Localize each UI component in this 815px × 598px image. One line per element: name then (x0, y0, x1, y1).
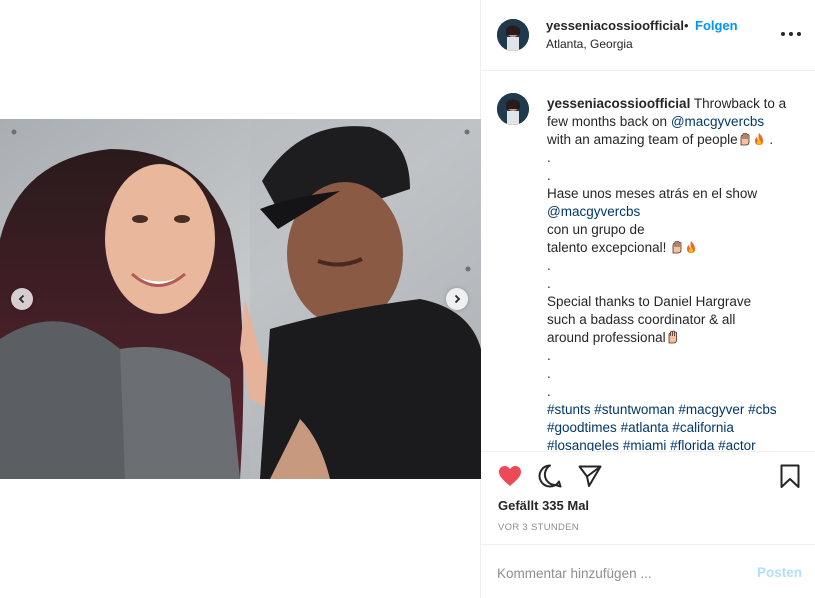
hashtag-link[interactable]: #california (672, 420, 734, 435)
caption-text: con un grupo de (547, 222, 645, 237)
caption-text: few months back on (547, 114, 668, 129)
avatar[interactable] (497, 19, 529, 51)
caption-username[interactable]: yesseniacossioofficial (547, 96, 690, 111)
caption-text: such a badass coordinator & all (547, 312, 736, 327)
hashtag-link[interactable]: #stunts (547, 402, 591, 417)
header-separator: • (684, 18, 689, 33)
post-photo[interactable] (0, 119, 481, 479)
mention-link[interactable]: @macgyvercbs (671, 114, 764, 129)
caption-text: . (769, 132, 774, 147)
add-comment-section: Posten (481, 544, 815, 598)
dot (797, 32, 801, 36)
hashtag-link[interactable]: #florida (670, 438, 714, 451)
more-dots-icon[interactable] (781, 26, 801, 42)
comment-input[interactable] (497, 563, 737, 583)
caption-text: . (547, 384, 551, 399)
like-count[interactable]: Gefällt 335 Mal (498, 498, 589, 513)
heart-filled-icon[interactable] (497, 463, 523, 489)
hashtag-link[interactable]: #goodtimes (547, 420, 617, 435)
chevron-right-icon (454, 294, 461, 304)
avatar[interactable] (497, 93, 529, 125)
caption-text: . (547, 348, 551, 363)
post-actions: Gefällt 335 Mal VOR 3 STUNDEN (481, 451, 815, 544)
bookmark-icon[interactable] (777, 463, 803, 489)
hashtag-link[interactable]: #losangeles (547, 438, 619, 451)
post-comment-button[interactable]: Posten (757, 565, 802, 580)
dot (781, 32, 785, 36)
follow-button[interactable]: Folgen (695, 18, 738, 33)
post-caption: yesseniacossioofficial Throwback to a fe… (547, 95, 791, 451)
fire-emoji-icon (687, 241, 696, 253)
caption-text: talento excepcional! (547, 240, 667, 255)
caption-text: . (547, 168, 551, 183)
hashtag-link[interactable]: #macgyver (678, 402, 744, 417)
comments-area: yesseniacossioofficial Throwback to a fe… (481, 71, 815, 451)
caption-text: with an amazing team of people (547, 132, 738, 147)
caption-text: . (547, 276, 551, 291)
comment-bubble-icon[interactable] (537, 463, 563, 489)
fire-emoji-icon (754, 133, 763, 145)
post-header: yesseniacossioofficial • Folgen Atlanta,… (481, 0, 815, 71)
raised-hand-emoji-icon (668, 330, 677, 344)
caption-text: . (547, 258, 551, 273)
mention-link[interactable]: @macgyvercbs (547, 203, 791, 221)
hashtag-link[interactable]: #stuntwoman (594, 402, 674, 417)
hashtag-link[interactable]: #miami (623, 438, 667, 451)
media-area (0, 0, 481, 598)
hashtag-link[interactable]: #atlanta (621, 420, 669, 435)
hashtag-link[interactable]: #cbs (748, 402, 777, 417)
paper-plane-icon[interactable] (577, 463, 603, 489)
chevron-left-icon (18, 294, 25, 304)
caption-text: Hase unos meses atrás en el show (547, 186, 758, 201)
previous-photo-button[interactable] (11, 288, 33, 310)
header-username[interactable]: yesseniacossioofficial (546, 18, 684, 33)
dot (789, 32, 793, 36)
hand-emoji-icon (672, 241, 682, 254)
caption-text: around professional (547, 330, 666, 345)
caption-text: . (547, 366, 551, 381)
next-photo-button[interactable] (446, 288, 468, 310)
caption-text: . (547, 150, 551, 165)
hand-emoji-icon (740, 133, 750, 146)
hashtag-link[interactable]: #actor (718, 438, 756, 451)
location-link[interactable]: Atlanta, Georgia (546, 37, 633, 51)
caption-text: Special thanks to Daniel Hargrave (547, 294, 752, 309)
post-side-panel: yesseniacossioofficial • Folgen Atlanta,… (481, 0, 815, 598)
post-timestamp[interactable]: VOR 3 STUNDEN (498, 522, 579, 533)
caption-text: Throwback to a (693, 96, 787, 111)
